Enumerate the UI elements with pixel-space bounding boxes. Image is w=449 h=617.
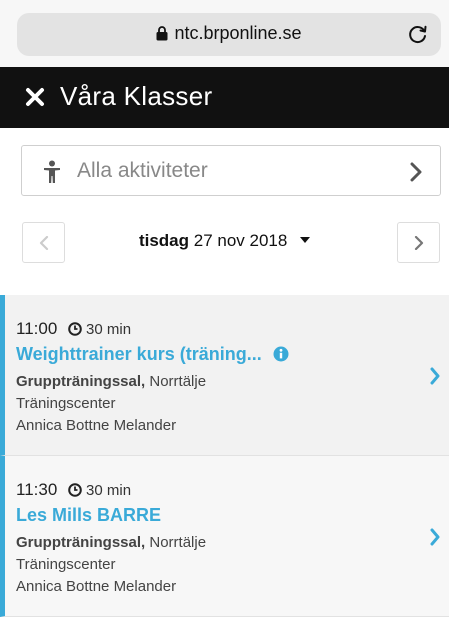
class-item[interactable]: 11:00 30 min Weighttrainer kurs (träning…: [0, 295, 449, 456]
info-icon[interactable]: [273, 346, 289, 362]
app-header: Våra Klasser: [0, 67, 449, 128]
class-duration: 30 min: [86, 482, 132, 499]
class-location: Norrtälje: [149, 534, 207, 551]
close-icon[interactable]: [25, 87, 45, 107]
page-title: Våra Klasser: [60, 81, 213, 111]
class-title-row[interactable]: Weighttrainer kurs (träning...: [16, 344, 289, 365]
chevron-right-icon: [410, 162, 422, 182]
next-day-button[interactable]: [397, 222, 440, 263]
lock-icon: [156, 26, 168, 41]
url-text: ntc.brponline.se: [174, 23, 302, 43]
caret-down-icon: [300, 237, 311, 243]
class-item[interactable]: 11:30 30 min Les Mills BARRE Grupptränin…: [0, 456, 449, 617]
clock-icon: [68, 322, 82, 336]
class-location: Norrtälje: [149, 373, 207, 390]
person-icon: [44, 160, 60, 183]
chevron-right-icon: [430, 367, 440, 385]
class-location-row: Gruppträningssal, Norrtälje: [16, 373, 206, 390]
activity-filter[interactable]: Alla aktiviteter: [21, 145, 441, 196]
class-title[interactable]: Les Mills BARRE: [16, 505, 161, 525]
class-time-row: 11:00 30 min: [16, 319, 131, 339]
class-title[interactable]: Weighttrainer kurs (träning...: [16, 344, 262, 364]
url-display[interactable]: ntc.brponline.se: [17, 23, 441, 44]
class-instructor: Annica Bottne Melander: [16, 578, 177, 595]
date-value: 27 nov 2018: [193, 231, 288, 250]
class-list: 11:00 30 min Weighttrainer kurs (träning…: [0, 295, 449, 617]
address-bar[interactable]: ntc.brponline.se: [17, 13, 441, 56]
date-weekday: tisdag: [138, 231, 189, 250]
filter-label: Alla aktiviteter: [77, 159, 208, 182]
browser-bar: ntc.brponline.se: [0, 0, 449, 67]
reload-icon[interactable]: [407, 23, 429, 45]
class-title-row[interactable]: Les Mills BARRE: [16, 505, 161, 526]
clock-icon: [68, 483, 82, 497]
chevron-right-icon: [430, 528, 440, 546]
class-time-row: 11:30 30 min: [16, 480, 131, 500]
chevron-right-icon: [414, 236, 424, 250]
class-time: 11:30: [16, 480, 58, 499]
class-room: Gruppträningssal,: [16, 373, 146, 390]
class-location-row: Gruppträningssal, Norrtälje: [16, 534, 206, 551]
date-selector[interactable]: tisdag 27 nov 2018: [0, 231, 449, 251]
class-time: 11:00: [16, 319, 58, 338]
class-duration: 30 min: [86, 321, 132, 338]
class-instructor: Annica Bottne Melander: [16, 417, 177, 434]
class-center: Träningscenter: [16, 395, 116, 412]
class-room: Gruppträningssal,: [16, 534, 146, 551]
class-center: Träningscenter: [16, 556, 116, 573]
